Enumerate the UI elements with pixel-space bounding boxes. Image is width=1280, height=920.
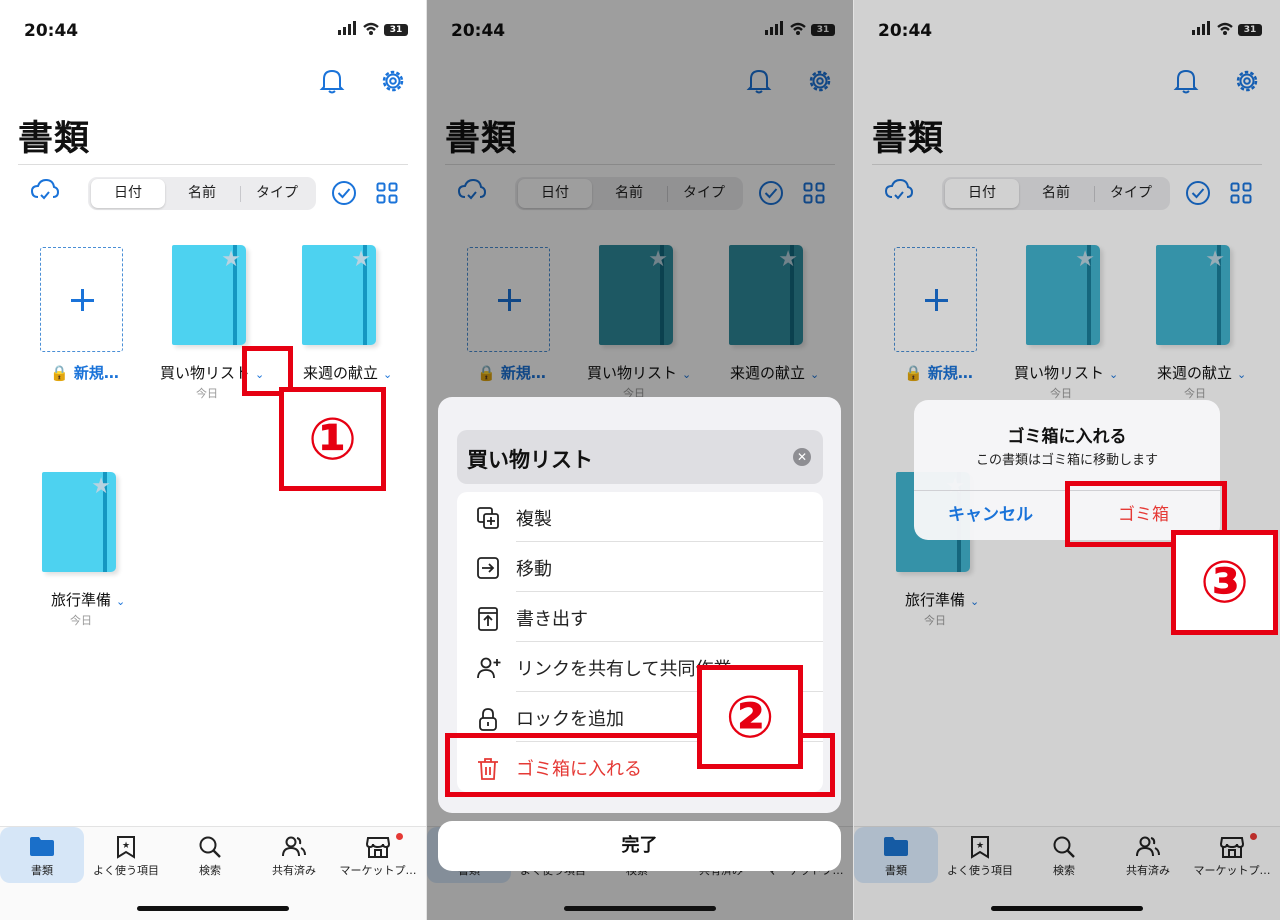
tab-marketplace[interactable]: マーケットプ… xyxy=(336,827,420,883)
page-title: 書類 xyxy=(18,119,91,159)
notebook-date: 今日 xyxy=(70,614,92,627)
tab-documents[interactable]: 書類 xyxy=(0,827,84,883)
tab-label: よく使う項目 xyxy=(93,864,159,877)
new-document-label[interactable]: 🔒 新規… xyxy=(50,362,119,383)
cancel-button[interactable]: キャンセル xyxy=(914,490,1067,540)
step-number: ③ xyxy=(1199,548,1250,616)
sheet-header: 買い物リスト ✕ xyxy=(457,430,823,484)
alert-message: この書類はゴミ箱に移動します xyxy=(975,453,1158,468)
status-time: 20:44 xyxy=(24,21,79,41)
menu-label: ロックを追加 xyxy=(516,709,624,730)
notebook-name: 来週の献立 xyxy=(303,364,379,382)
step-1-badge: ① xyxy=(279,387,386,491)
tab-search[interactable]: 検索 xyxy=(168,827,252,883)
bell-icon[interactable] xyxy=(319,67,345,99)
svg-text:★: ★ xyxy=(122,841,130,851)
people-icon xyxy=(252,835,336,863)
notebook-name: 旅行準備 xyxy=(51,591,112,609)
lock-icon xyxy=(477,707,499,731)
sort-by-date[interactable]: 日付 xyxy=(91,179,165,208)
screen-confirm-dialog: 20:44 31 書類 日付 名前 タイプ 🔒 新規… ★ 買い物リスト ⌄ 今日… xyxy=(854,0,1280,920)
step-number: ② xyxy=(725,683,775,751)
notebook-date: 今日 xyxy=(196,387,218,400)
star-icon[interactable]: ★ xyxy=(221,249,241,271)
tab-label: マーケットプ… xyxy=(339,864,417,877)
clear-icon[interactable]: ✕ xyxy=(793,448,811,466)
menu-item-export[interactable]: 書き出す xyxy=(457,592,823,642)
notebook-title[interactable]: 来週の献立 ⌄ xyxy=(303,362,392,383)
chevron-down-icon[interactable]: ⌄ xyxy=(383,368,392,381)
divider xyxy=(18,164,408,165)
sort-by-name[interactable]: 名前 xyxy=(165,179,239,208)
grid-view-icon[interactable] xyxy=(376,182,398,208)
tab-label: 共有済み xyxy=(272,864,316,877)
new-document-button[interactable] xyxy=(40,247,123,352)
bookmark-star-icon: ★ xyxy=(84,835,168,863)
menu-item-duplicate[interactable]: 複製 xyxy=(457,492,823,542)
gear-icon[interactable] xyxy=(380,67,406,99)
notebook-cover[interactable]: ★ xyxy=(302,245,376,345)
search-icon xyxy=(168,835,252,863)
menu-label: 複製 xyxy=(516,509,552,530)
notebook-cover[interactable]: ★ xyxy=(42,472,116,572)
tab-label: 書類 xyxy=(31,864,53,877)
notebook-name: 買い物リスト xyxy=(160,364,251,382)
notebook-title[interactable]: 旅行準備 ⌄ xyxy=(51,589,125,610)
step-3-badge: ③ xyxy=(1171,530,1278,635)
notification-dot xyxy=(396,833,403,840)
tab-label: 検索 xyxy=(199,864,221,877)
step-number: ① xyxy=(307,405,358,473)
tab-favorites[interactable]: ★ よく使う項目 xyxy=(84,827,168,883)
notebook-cover[interactable]: ★ xyxy=(172,245,246,345)
screen-documents: 20:44 31 書類 日付 名前 タイプ 🔒 新規… ★ 買い物リスト ⌄ 今日… xyxy=(0,0,426,920)
screen-context-menu: 20:44 31 書類 日付 名前 タイプ 🔒 新規… ★ 買い物リスト ⌄ 今日… xyxy=(427,0,853,920)
star-icon[interactable]: ★ xyxy=(91,476,111,498)
cloud-sync-icon[interactable] xyxy=(30,178,60,208)
alert-title: ゴミ箱に入れる xyxy=(1007,427,1127,447)
menu-item-move[interactable]: 移動 xyxy=(457,542,823,592)
home-indicator xyxy=(137,906,289,911)
star-icon[interactable]: ★ xyxy=(351,249,371,271)
add-person-icon xyxy=(477,657,501,679)
folder-icon xyxy=(0,835,84,861)
duplicate-icon xyxy=(477,507,499,529)
step-2-badge: ② xyxy=(697,665,803,769)
tab-shared[interactable]: 共有済み xyxy=(252,827,336,883)
menu-label: 移動 xyxy=(516,559,552,580)
sort-segmented-control: 日付 名前 タイプ xyxy=(88,177,316,210)
store-icon xyxy=(336,835,420,863)
export-icon xyxy=(477,607,499,631)
chevron-down-icon[interactable]: ⌄ xyxy=(116,595,125,608)
move-icon xyxy=(477,557,499,579)
home-indicator xyxy=(564,906,716,911)
menu-label: 書き出す xyxy=(516,609,588,630)
done-button[interactable]: 完了 xyxy=(438,821,841,871)
sheet-title[interactable]: 買い物リスト xyxy=(467,444,593,474)
new-label-text: 新規… xyxy=(73,364,119,382)
sort-by-type[interactable]: タイプ xyxy=(240,179,314,208)
plus-icon-bar xyxy=(71,299,94,302)
lock-icon: 🔒 xyxy=(50,364,69,382)
select-check-icon[interactable] xyxy=(331,180,357,210)
battery-icon: 31 xyxy=(384,24,408,36)
